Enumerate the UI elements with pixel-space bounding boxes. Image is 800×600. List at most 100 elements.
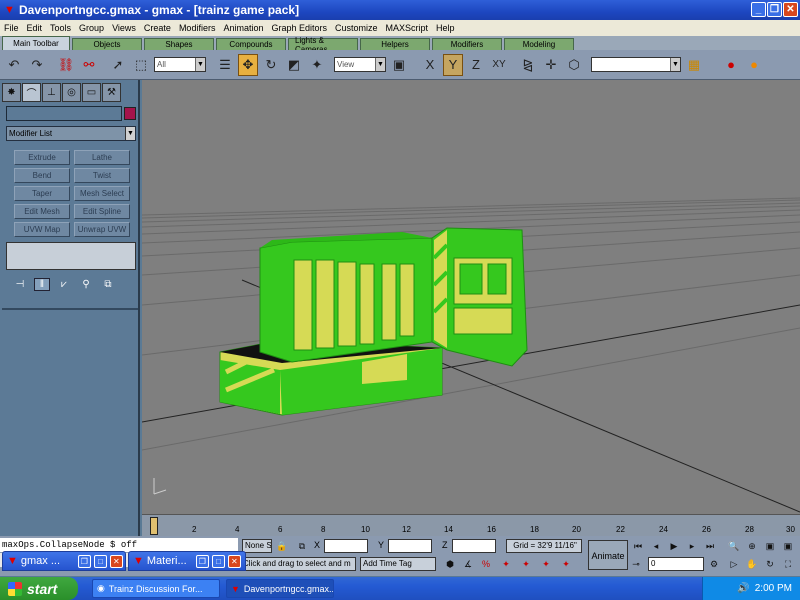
menu-file[interactable]: File <box>4 23 19 33</box>
extrude-button[interactable]: Extrude <box>14 150 70 165</box>
maximize-viewport-icon[interactable]: ⛶ <box>782 558 794 570</box>
undo-icon[interactable]: ↶ <box>4 54 24 76</box>
twist-button[interactable]: Twist <box>74 168 130 183</box>
restrict-z-button[interactable]: Z <box>466 54 486 76</box>
absolute-mode-icon[interactable]: ⧉ <box>296 540 308 552</box>
go-to-end-icon[interactable]: ⏭ <box>704 540 716 552</box>
snap-settings-icon[interactable]: ✦ <box>540 558 552 570</box>
snap-options-icon[interactable]: ✦ <box>520 558 532 570</box>
menu-edit[interactable]: Edit <box>27 23 43 33</box>
material-editor-icon[interactable]: ⬡ <box>564 54 584 76</box>
spinner-snap-icon[interactable]: ✦ <box>500 558 512 570</box>
align-icon[interactable]: ✛ <box>541 54 561 76</box>
reference-coordinate-select[interactable]: View ▼ <box>334 57 386 72</box>
menu-help[interactable]: Help <box>436 23 455 33</box>
restrict-xy-button[interactable]: XY <box>489 54 509 76</box>
select-and-rotate-icon[interactable]: ↻ <box>261 54 281 76</box>
restore-button[interactable]: ❐ <box>767 2 782 17</box>
percent-snap-icon[interactable]: % <box>480 558 492 570</box>
angle-snap-icon[interactable]: ∡ <box>462 558 474 570</box>
tab-compounds[interactable]: Compounds <box>216 38 286 50</box>
tray-clock[interactable]: 2:00 PM <box>755 583 792 594</box>
restore-button[interactable]: ❐ <box>77 554 91 568</box>
motion-tab-icon[interactable]: ◎ <box>62 83 81 102</box>
select-object-icon[interactable]: ➚ <box>108 54 128 76</box>
current-frame-field[interactable]: 0 <box>648 557 704 571</box>
quick-render-icon[interactable]: ● <box>744 54 764 76</box>
rectangular-selection-icon[interactable]: ⬚ <box>131 54 151 76</box>
modifier-list-select[interactable]: Modifier List ▼ <box>6 126 136 141</box>
hierarchy-tab-icon[interactable]: ⊥ <box>42 83 61 102</box>
named-selection-select[interactable]: ▼ <box>591 57 681 72</box>
restrict-y-button[interactable]: Y <box>443 53 463 76</box>
pivot-point-icon[interactable]: ▣ <box>389 54 409 76</box>
tab-helpers[interactable]: Helpers <box>360 38 430 50</box>
maxscript-listener-line[interactable]: maxOps.CollapseNode $ off <box>0 538 238 552</box>
animate-button[interactable]: Animate <box>588 540 628 570</box>
menu-customize[interactable]: Customize <box>335 23 378 33</box>
create-tab-icon[interactable]: ✸ <box>2 83 21 102</box>
zoom-extents-all-icon[interactable]: ▣ <box>782 540 794 552</box>
window-titlebar[interactable]: ▼ Davenportngcc.gmax - gmax - [trainz ga… <box>0 0 800 20</box>
speaker-icon[interactable]: 🔊 <box>737 583 749 594</box>
menu-maxscript[interactable]: MAXScript <box>386 23 429 33</box>
menu-tools[interactable]: Tools <box>50 23 71 33</box>
select-by-name-icon[interactable]: ☰ <box>215 54 235 76</box>
tab-modeling[interactable]: Modeling <box>504 38 574 50</box>
minimized-material-window[interactable]: ▼ Materi... ❐ □ ✕ <box>128 551 246 571</box>
time-config-icon[interactable]: ⚙ <box>708 558 720 570</box>
play-icon[interactable]: ▶ <box>668 540 680 552</box>
select-and-link-icon[interactable]: ⛓ <box>56 54 76 76</box>
maximize-button[interactable]: □ <box>211 554 225 568</box>
zoom-all-icon[interactable]: ⊕ <box>746 540 758 552</box>
snap-extra-icon[interactable]: ✦ <box>560 558 572 570</box>
pan-icon[interactable]: ✋ <box>746 558 758 570</box>
lathe-button[interactable]: Lathe <box>74 150 130 165</box>
object-color-swatch[interactable] <box>124 107 136 120</box>
uvw-map-button[interactable]: UVW Map <box>14 222 70 237</box>
lock-selection-icon[interactable]: 🔒 <box>276 540 288 552</box>
time-slider-handle[interactable] <box>150 517 158 535</box>
close-button[interactable]: ✕ <box>227 554 241 568</box>
pin-stack-icon[interactable]: ⊣ <box>12 279 28 290</box>
edit-mesh-button[interactable]: Edit Mesh <box>14 204 70 219</box>
tab-objects[interactable]: Objects <box>72 38 142 50</box>
x-coord-field[interactable] <box>324 539 368 553</box>
y-coord-field[interactable] <box>388 539 432 553</box>
tab-main-toolbar[interactable]: Main Toolbar <box>2 36 70 50</box>
menu-create[interactable]: Create <box>144 23 171 33</box>
taskbar-button-gmax[interactable]: ▼ Davenportngcc.gmax... <box>226 579 334 598</box>
configure-modifier-sets-icon[interactable]: ⧉ <box>100 279 116 290</box>
taskbar-button-trainz-discussion[interactable]: ◉ Trainz Discussion For... <box>92 579 220 598</box>
select-and-move-icon[interactable]: ✥ <box>238 53 258 76</box>
tab-modifiers[interactable]: Modifiers <box>432 38 502 50</box>
scene-canvas[interactable] <box>142 80 800 514</box>
menu-group[interactable]: Group <box>79 23 104 33</box>
key-mode-icon[interactable]: ⊸ <box>630 558 642 570</box>
menu-views[interactable]: Views <box>112 23 136 33</box>
render-teapot-icon[interactable]: ● <box>721 54 741 76</box>
menu-modifiers[interactable]: Modifiers <box>179 23 216 33</box>
restrict-x-button[interactable]: X <box>420 54 440 76</box>
gmax-app-icon[interactable]: ▼ <box>4 4 16 16</box>
remove-modifier-icon[interactable]: ⚲ <box>78 279 94 290</box>
restore-button[interactable]: ❐ <box>195 554 209 568</box>
arc-rotate-icon[interactable]: ↻ <box>764 558 776 570</box>
select-manipulate-icon[interactable]: ✦ <box>307 54 327 76</box>
add-time-tag-field[interactable]: Add Time Tag <box>360 557 436 571</box>
tab-shapes[interactable]: Shapes <box>144 38 214 50</box>
make-unique-icon[interactable]: ⩗ <box>56 279 72 290</box>
perspective-viewport[interactable] <box>142 80 800 514</box>
minimized-gmax-window[interactable]: ▼ gmax ... ❐ □ ✕ <box>2 551 126 571</box>
maximize-button[interactable]: □ <box>93 554 107 568</box>
zoom-icon[interactable]: 🔍 <box>728 540 740 552</box>
mirror-icon[interactable]: ⧎ <box>518 54 538 76</box>
close-button[interactable]: ✕ <box>783 2 798 17</box>
bend-button[interactable]: Bend <box>14 168 70 183</box>
display-tab-icon[interactable]: ▭ <box>82 83 101 102</box>
modify-tab-icon[interactable]: ⌒ <box>22 83 41 102</box>
zoom-extents-icon[interactable]: ▣ <box>764 540 776 552</box>
close-button[interactable]: ✕ <box>109 554 123 568</box>
edit-spline-button[interactable]: Edit Spline <box>74 204 130 219</box>
modifier-stack-view[interactable] <box>6 242 136 270</box>
